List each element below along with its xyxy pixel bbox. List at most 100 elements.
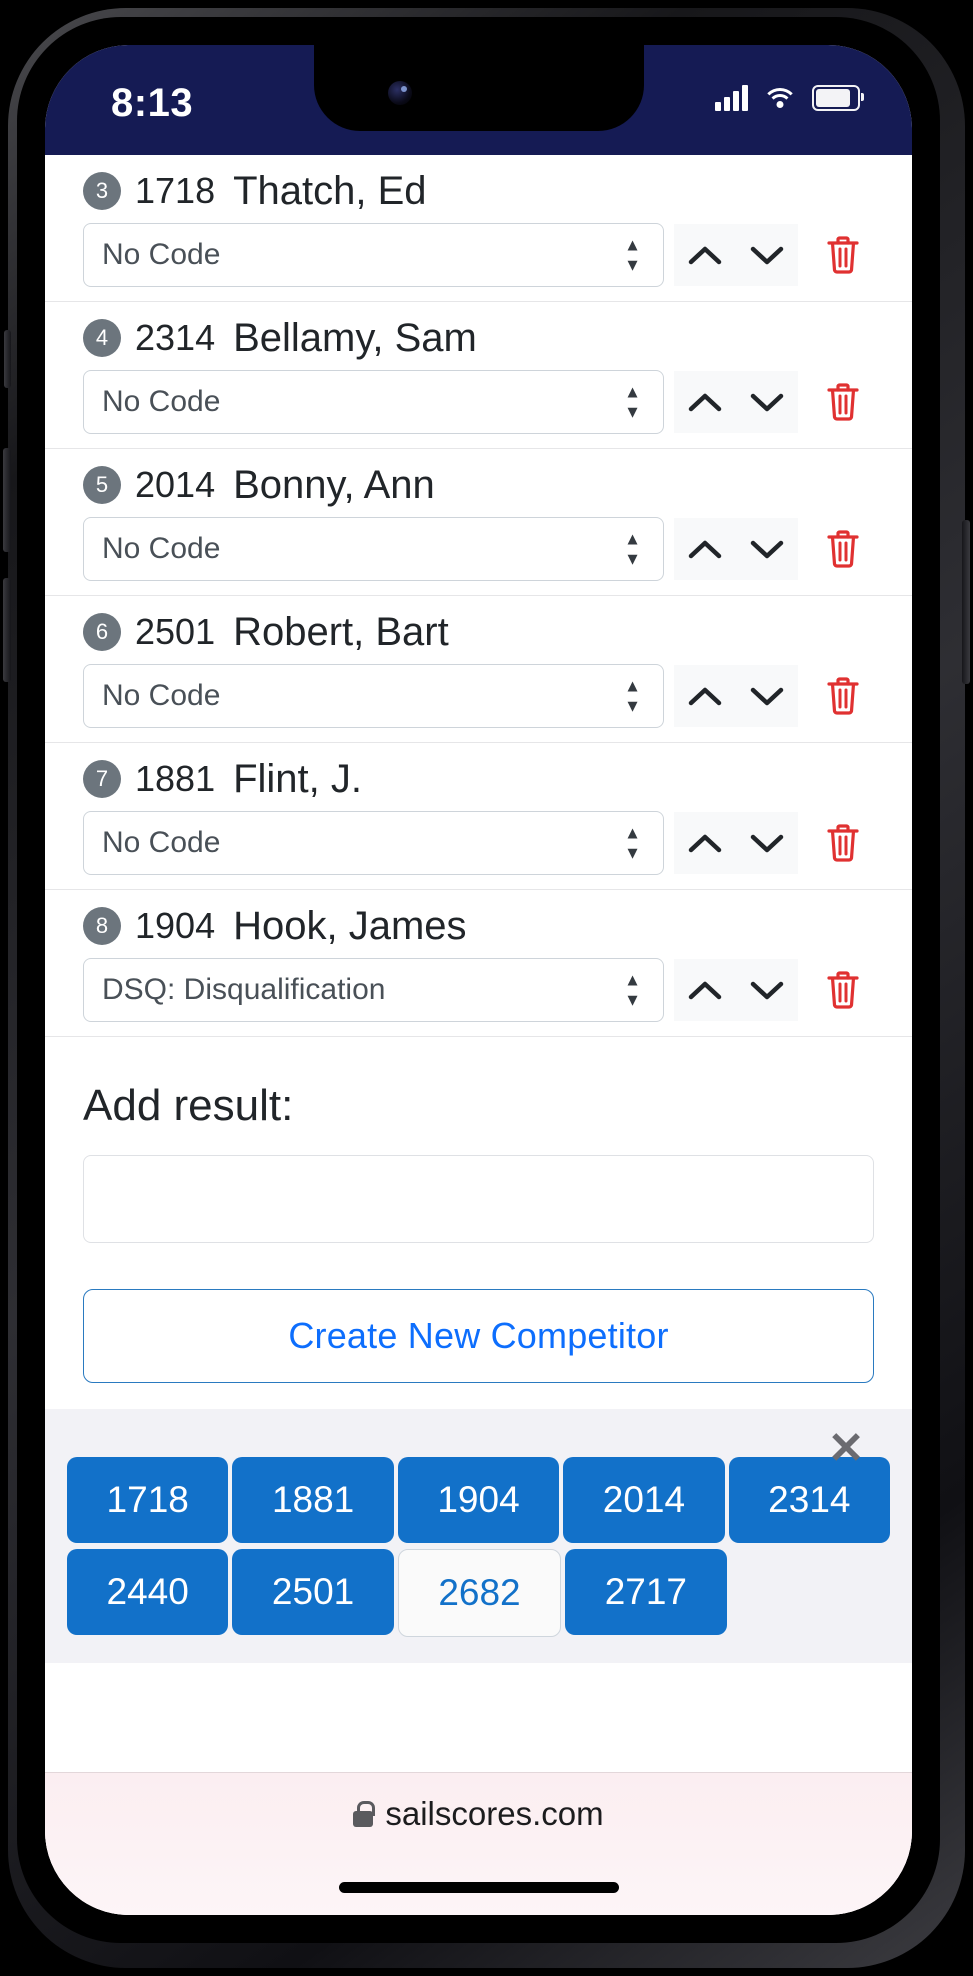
rank-badge: 3 [83,172,121,210]
autofill-chip[interactable]: 1718 [67,1457,228,1543]
autofill-chip-row-1: 17181881190420142314 [45,1457,912,1543]
results-list: 31718Thatch, EdNo Code▲▼42314Bellamy, Sa… [45,155,912,1037]
autofill-suggestion-bar: ✕ 17181881190420142314 2440250126822717 [45,1409,912,1663]
row-header: 7 1881 Flint, J. [83,751,874,807]
result-code-select[interactable]: DSQ: Disqualification▲▼ [83,958,664,1022]
page-content: 31718Thatch, EdNo Code▲▼42314Bellamy, Sa… [45,155,912,1915]
result-code-value: No Code [102,385,220,419]
sail-number: 2314 [135,317,215,359]
table-row: 7 1881 Flint, J. No Code ▲▼ [45,743,912,890]
competitor-name: Bellamy, Sam [233,316,477,361]
rank-badge: 4 [83,319,121,357]
delete-button[interactable] [812,371,874,433]
browser-address-bar[interactable]: sailscores.com [45,1772,912,1915]
move-up-button[interactable] [674,224,736,286]
battery-icon [812,85,860,111]
chevron-updown-icon: ▲▼ [624,972,641,1009]
chevron-updown-icon: ▲▼ [624,384,641,421]
autofill-chip[interactable]: 2682 [398,1549,561,1637]
home-indicator[interactable] [339,1882,619,1893]
silent-switch[interactable] [4,330,11,388]
table-row: 4 2314 Bellamy, Sam No Code ▲▼ [45,302,912,449]
lock-icon [353,1801,373,1827]
table-row: 8 1904 Hook, James DSQ: Disqualification▲▼ [45,890,912,1037]
chevron-updown-icon: ▲▼ [624,825,641,862]
competitor-name: Hook, James [233,904,466,949]
url-text: sailscores.com [385,1795,603,1833]
move-down-button[interactable] [736,959,798,1021]
row-controls: No Code ▲▼ [83,370,874,434]
chevron-updown-icon: ▲▼ [624,678,641,715]
move-down-button[interactable] [736,224,798,286]
table-row: 52014Bonny, AnnNo Code▲▼ [45,449,912,596]
autofill-chip[interactable]: 2717 [565,1549,726,1635]
chevron-updown-icon: ▲▼ [624,237,641,274]
table-row: 62501Robert, BartNo Code▲▼ [45,596,912,743]
result-code-select[interactable]: No Code ▲▼ [83,517,664,581]
power-button[interactable] [962,520,970,684]
move-down-button[interactable] [736,812,798,874]
row-controls: No Code▲▼ [83,223,874,287]
move-up-button[interactable] [674,371,736,433]
url-row: sailscores.com [353,1795,603,1833]
sail-number: 1718 [135,170,215,212]
delete-button[interactable] [812,518,874,580]
competitor-name: Robert, Bart [233,610,449,655]
phone-screen: 8:13 31718Thatch, EdNo Code▲▼42314Bellam… [45,45,912,1915]
sail-number: 2501 [135,611,215,653]
result-code-value: No Code [102,532,220,566]
result-code-select[interactable]: No Code ▲▼ [83,811,664,875]
rank-badge: 7 [83,760,121,798]
move-up-button[interactable] [674,665,736,727]
add-result-section: Add result: [45,1037,912,1243]
delete-button[interactable] [812,959,874,1021]
table-row: 3 1718 Thatch, Ed No Code▲▼ [45,155,912,302]
move-down-button[interactable] [736,371,798,433]
add-result-input[interactable] [83,1155,874,1243]
screenshot-stage: 8:13 31718Thatch, EdNo Code▲▼42314Bellam… [0,0,973,1976]
wifi-icon [764,86,796,110]
row-controls: DSQ: Disqualification▲▼ [83,958,874,1022]
result-code-select[interactable]: No Code ▲▼ [83,370,664,434]
row-controls: No Code ▲▼ [83,517,874,581]
move-up-button[interactable] [674,812,736,874]
autofill-chip[interactable]: 2440 [67,1549,228,1635]
row-header: 62501Robert, Bart [83,604,874,660]
autofill-chip-row-2: 2440250126822717 [45,1549,912,1637]
competitor-name: Flint, J. [233,757,362,802]
sail-number: 2014 [135,464,215,506]
autofill-chip[interactable]: 1904 [398,1457,559,1543]
delete-button[interactable] [812,224,874,286]
move-down-button[interactable] [736,665,798,727]
result-code-value: No Code [102,679,220,713]
row-controls: No Code ▲▼ [83,811,874,875]
move-down-button[interactable] [736,518,798,580]
move-up-button[interactable] [674,959,736,1021]
autofill-chip[interactable]: 2501 [232,1549,393,1635]
sail-number: 1904 [135,905,215,947]
row-header: 52014Bonny, Ann [83,457,874,513]
cellular-signal-icon [715,85,748,111]
competitor-name: Thatch, Ed [233,169,426,214]
result-code-select[interactable]: No Code▲▼ [83,223,664,287]
notch [314,45,644,131]
autofill-chip[interactable]: 1881 [232,1457,393,1543]
close-icon[interactable]: ✕ [824,1427,868,1471]
competitor-name: Bonny, Ann [233,463,435,508]
add-result-title: Add result: [83,1081,874,1131]
volume-up-button[interactable] [3,448,11,552]
autofill-chip[interactable]: 2014 [563,1457,724,1543]
volume-down-button[interactable] [3,578,11,682]
status-indicators [715,85,860,111]
delete-button[interactable] [812,812,874,874]
result-code-value: No Code [102,826,220,860]
move-up-button[interactable] [674,518,736,580]
row-controls: No Code ▲▼ [83,664,874,728]
sail-number: 1881 [135,758,215,800]
rank-badge: 8 [83,907,121,945]
delete-button[interactable] [812,665,874,727]
result-code-select[interactable]: No Code ▲▼ [83,664,664,728]
create-new-competitor-button[interactable]: Create New Competitor [83,1289,874,1383]
chevron-updown-icon: ▲▼ [624,531,641,568]
create-competitor-section: Create New Competitor [45,1243,912,1409]
